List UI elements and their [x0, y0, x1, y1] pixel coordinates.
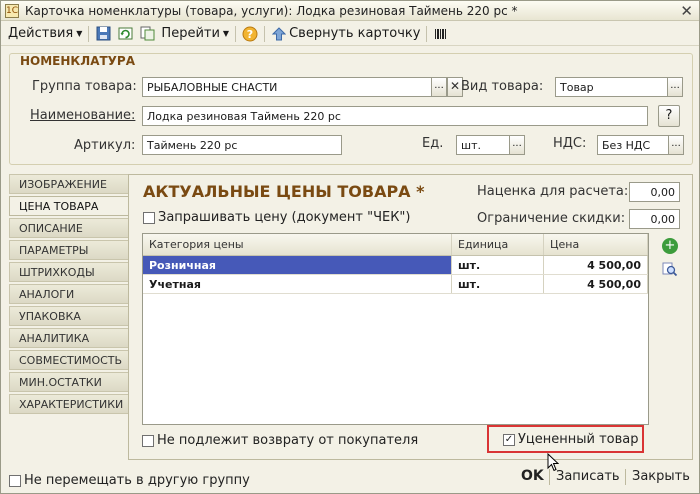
svg-text:?: ?	[247, 28, 253, 41]
tab-analogs[interactable]: АНАЛОГИ	[9, 284, 129, 304]
row-price[interactable]: 4 500,00	[544, 275, 648, 293]
column-header-price[interactable]: Цена	[544, 234, 648, 255]
chevron-down-icon: ▼	[222, 29, 230, 38]
footer-divider	[625, 469, 626, 485]
chevron-down-icon: ▼	[76, 29, 83, 38]
toolbar-divider	[426, 25, 428, 42]
discounted-item-checkbox[interactable]: ✓ Уцененный товар	[503, 432, 639, 447]
side-tabs: ИЗОБРАЖЕНИЕ ЦЕНА ТОВАРА ОПИСАНИЕ ПАРАМЕТ…	[9, 174, 129, 416]
help-button[interactable]: ?	[239, 24, 261, 44]
save-icon	[95, 26, 111, 42]
unit-select-button[interactable]: ...	[509, 135, 525, 155]
mouse-pointer-icon	[547, 453, 559, 472]
save-button[interactable]: Записать	[556, 469, 620, 484]
product-type-select-button[interactable]: ...	[667, 77, 683, 97]
tab-min-stock[interactable]: МИН.ОСТАТКИ	[9, 372, 129, 392]
row-unit[interactable]: шт.	[452, 256, 544, 274]
collapse-card-label: Свернуть карточку	[289, 26, 421, 41]
item-group-box: НОМЕНКЛАТУРА Группа товара: РЫБАЛОВНЫЕ С…	[9, 53, 693, 165]
name-label[interactable]: Наименование:	[30, 108, 135, 123]
table-row[interactable]: Розничная шт. 4 500,00	[143, 256, 648, 275]
table-row[interactable]: Учетная шт. 4 500,00	[143, 275, 648, 294]
copy-icon	[139, 26, 155, 42]
toolbar-divider	[88, 25, 90, 42]
save-record-button[interactable]	[92, 24, 114, 44]
no-return-label: Не подлежит возврату от покупателя	[157, 433, 419, 448]
app-icon: 1C	[5, 3, 19, 18]
toolbar: Действия ▼ Перейти ▼ ? Свернуть карточку	[1, 22, 699, 46]
toolbar-divider	[264, 25, 266, 42]
tab-description[interactable]: ОПИСАНИЕ	[9, 218, 129, 238]
tab-analytics[interactable]: АНАЛИТИКА	[9, 328, 129, 348]
prices-title: АКТУАЛЬНЫЕ ЦЕНЫ ТОВАРА *	[143, 182, 425, 201]
tab-price[interactable]: ЦЕНА ТОВАРА	[9, 196, 129, 216]
no-return-checkbox-box[interactable]	[142, 434, 154, 447]
tab-parameters[interactable]: ПАРАМЕТРЫ	[9, 240, 129, 260]
row-unit[interactable]: шт.	[452, 275, 544, 293]
column-header-unit[interactable]: Единица	[452, 234, 544, 255]
vat-select-button[interactable]: ...	[668, 135, 684, 155]
vat-field[interactable]: Без НДС	[597, 135, 669, 155]
column-header-category[interactable]: Категория цены	[143, 234, 452, 255]
no-return-checkbox[interactable]: Не подлежит возврату от покупателя	[142, 433, 418, 448]
actions-menu[interactable]: Действия ▼	[5, 24, 85, 44]
search-price-icon[interactable]	[662, 261, 678, 277]
group-title: НОМЕНКЛАТУРА	[20, 54, 136, 68]
ask-price-label: Запрашивать цену (документ "ЧЕК")	[158, 210, 411, 225]
barcode-button[interactable]	[430, 24, 452, 44]
goto-menu-label: Перейти	[161, 26, 220, 41]
discounted-item-label: Уцененный товар	[518, 432, 639, 447]
prices-table-header: Категория цены Единица Цена	[143, 234, 648, 256]
name-field[interactable]: Лодка резиновая Таймень 220 рс	[142, 106, 648, 126]
prices-table: Категория цены Единица Цена Розничная шт…	[142, 233, 649, 425]
article-field[interactable]: Таймень 220 рс	[142, 135, 342, 155]
toolbar-divider	[235, 25, 237, 42]
tab-packaging[interactable]: УПАКОВКА	[9, 306, 129, 326]
barcode-icon	[433, 26, 449, 42]
discounted-item-checkbox-box[interactable]: ✓	[503, 433, 515, 446]
refresh-icon	[117, 26, 133, 42]
row-category[interactable]: Розничная	[143, 256, 452, 274]
help-circle-icon: ?	[242, 26, 258, 42]
actions-menu-label: Действия	[8, 26, 74, 41]
ok-button[interactable]: OK	[521, 468, 544, 484]
product-group-label: Группа товара:	[32, 79, 137, 94]
vat-label: НДС:	[553, 136, 587, 151]
product-type-field[interactable]: Товар	[555, 77, 668, 97]
refresh-button[interactable]	[114, 24, 136, 44]
tab-barcodes[interactable]: ШТРИХКОДЫ	[9, 262, 129, 282]
product-group-field[interactable]: РЫБАЛОВНЫЕ СНАСТИ	[142, 77, 432, 97]
close-window-icon[interactable]: ✕	[680, 2, 693, 20]
article-label: Артикул:	[74, 138, 136, 153]
close-button[interactable]: Закрыть	[632, 469, 690, 484]
row-category[interactable]: Учетная	[143, 275, 452, 293]
tab-compatibility[interactable]: СОВМЕСТИМОСТЬ	[9, 350, 129, 370]
window-title: Карточка номенклатуры (товара, услуги): …	[25, 3, 518, 18]
markup-label: Наценка для расчета:	[477, 184, 629, 199]
tab-image[interactable]: ИЗОБРАЖЕНИЕ	[9, 174, 129, 194]
tab-characteristics[interactable]: ХАРАКТЕРИСТИКИ	[9, 394, 129, 414]
ask-price-checkbox[interactable]: Запрашивать цену (документ "ЧЕК")	[143, 210, 410, 225]
title-bar: 1C Карточка номенклатуры (товара, услуги…	[1, 1, 699, 21]
markup-field[interactable]: 0,00	[629, 182, 680, 202]
arrow-up-icon	[271, 26, 287, 42]
no-move-label: Не перемещать в другую группу	[24, 473, 250, 488]
copy-button[interactable]	[136, 24, 158, 44]
discount-limit-label: Ограничение скидки:	[477, 211, 626, 226]
ask-price-checkbox-box[interactable]	[143, 211, 155, 224]
no-move-checkbox-box[interactable]	[9, 474, 21, 487]
row-price[interactable]: 4 500,00	[544, 256, 648, 274]
no-move-checkbox[interactable]: Не перемещать в другую группу	[9, 473, 250, 488]
price-panel: АКТУАЛЬНЫЕ ЦЕНЫ ТОВАРА * Запрашивать цен…	[128, 174, 693, 460]
goto-menu[interactable]: Перейти ▼	[158, 24, 232, 44]
product-group-select-button[interactable]: ...	[431, 77, 447, 97]
discount-limit-field[interactable]: 0,00	[629, 209, 680, 229]
unit-field[interactable]: шт.	[456, 135, 510, 155]
name-help-button[interactable]: ?	[658, 105, 680, 127]
add-price-icon[interactable]: +	[662, 238, 678, 254]
product-type-label: Вид товара:	[461, 79, 544, 94]
item-card-window: 1C Карточка номенклатуры (товара, услуги…	[0, 0, 700, 494]
collapse-card-button[interactable]: Свернуть карточку	[268, 24, 423, 44]
unit-label: Ед.	[422, 136, 444, 151]
